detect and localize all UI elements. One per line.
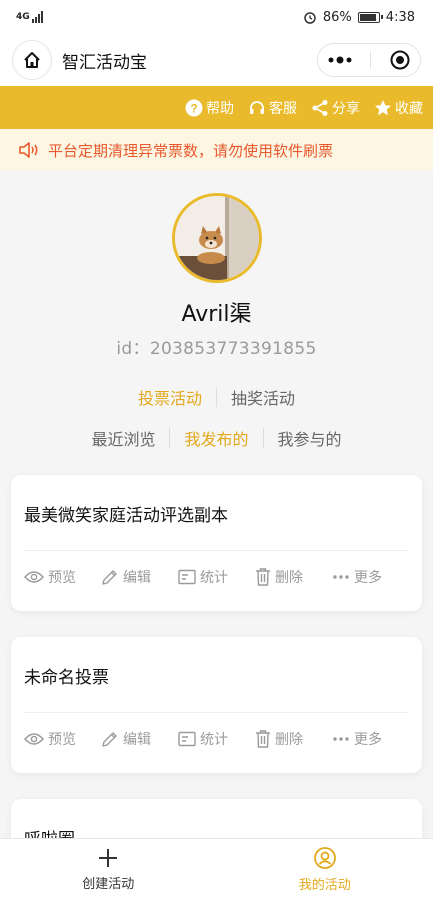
tab-vote-activities[interactable]: 投票活动 xyxy=(124,385,216,409)
user-id: id：203853773391855 xyxy=(116,339,317,359)
signal-indicator: 4G xyxy=(16,11,43,23)
tab-lottery-activities[interactable]: 抽奖活动 xyxy=(217,385,309,409)
trash-icon xyxy=(256,568,270,586)
edit-button[interactable]: 编辑 xyxy=(101,567,178,587)
status-bar: 4G 86% 4:38 xyxy=(0,0,433,34)
home-icon xyxy=(24,52,40,68)
notice-banner: 平台定期清理异常票数，请勿使用软件刷票 xyxy=(0,129,433,171)
page-title: 智汇活动宝 xyxy=(62,52,147,73)
activity-type-tabs: 投票活动 抽奖活动 xyxy=(0,385,433,409)
customer-service-button[interactable]: 客服 xyxy=(248,98,297,118)
eye-icon xyxy=(24,733,44,745)
network-type: 4G xyxy=(16,12,30,22)
tab-recent[interactable]: 最近浏览 xyxy=(77,426,169,450)
home-button[interactable] xyxy=(12,40,52,80)
edit-button[interactable]: 编辑 xyxy=(101,729,178,749)
battery-percent: 86% xyxy=(322,9,352,25)
activity-title: 未命名投票 xyxy=(24,668,109,688)
share-button[interactable]: 分享 xyxy=(311,98,360,118)
help-button[interactable]: ? 帮助 xyxy=(185,98,234,118)
user-circle-icon xyxy=(313,847,336,869)
activity-title: 最美微笑家庭活动评选副本 xyxy=(24,506,228,526)
activity-card[interactable]: 最美微笑家庭活动评选副本 预览 编辑 统计 删除 更多 xyxy=(11,475,422,611)
battery-icon xyxy=(357,11,383,23)
bottom-tab-bar: 创建活动 我的活动 xyxy=(0,838,433,900)
stats-icon xyxy=(178,569,196,585)
pencil-icon xyxy=(102,732,117,747)
trash-icon xyxy=(256,730,270,748)
more-button[interactable]: 更多 xyxy=(332,729,409,749)
plus-icon xyxy=(99,849,118,867)
help-icon: ? xyxy=(185,99,203,116)
mini-program-capsule xyxy=(317,43,421,77)
favorite-button[interactable]: 收藏 xyxy=(374,98,423,118)
eye-icon xyxy=(24,571,44,583)
signal-icon xyxy=(31,11,43,23)
share-icon xyxy=(312,99,328,116)
stats-icon xyxy=(178,731,196,747)
more-button[interactable]: 更多 xyxy=(332,567,409,587)
close-target-icon[interactable] xyxy=(389,49,411,71)
alarm-icon xyxy=(304,12,316,24)
delete-button[interactable]: 删除 xyxy=(255,729,332,749)
action-toolbar: ? 帮助 客服 分享 收藏 xyxy=(0,86,433,129)
nav-bar: 智汇活动宝 xyxy=(0,34,433,86)
preview-button[interactable]: 预览 xyxy=(24,567,101,587)
svg-text:?: ? xyxy=(190,101,197,115)
tab-create-activity[interactable]: 创建活动 xyxy=(0,839,217,900)
tab-my-activities[interactable]: 我的活动 xyxy=(217,839,433,900)
stats-button[interactable]: 统计 xyxy=(178,729,255,749)
clock: 4:38 xyxy=(385,9,415,25)
filter-tabs: 最近浏览 我发布的 我参与的 xyxy=(0,426,433,450)
more-icon xyxy=(333,575,349,579)
tab-published[interactable]: 我发布的 xyxy=(170,426,262,450)
user-name: Avril渠 xyxy=(181,302,252,327)
speaker-icon xyxy=(19,142,38,158)
avatar-photo xyxy=(175,196,259,280)
activity-card[interactable]: 未命名投票 预览 编辑 统计 删除 更多 xyxy=(11,637,422,773)
more-dots-icon[interactable] xyxy=(327,56,353,64)
more-icon xyxy=(333,737,349,741)
pencil-icon xyxy=(102,570,117,585)
star-icon xyxy=(375,99,391,115)
preview-button[interactable]: 预览 xyxy=(24,729,101,749)
delete-button[interactable]: 删除 xyxy=(255,567,332,587)
headset-icon xyxy=(250,100,264,114)
notice-text: 平台定期清理异常票数，请勿使用软件刷票 xyxy=(48,141,334,160)
stats-button[interactable]: 统计 xyxy=(178,567,255,587)
avatar[interactable] xyxy=(172,193,262,283)
tab-joined[interactable]: 我参与的 xyxy=(264,426,356,450)
